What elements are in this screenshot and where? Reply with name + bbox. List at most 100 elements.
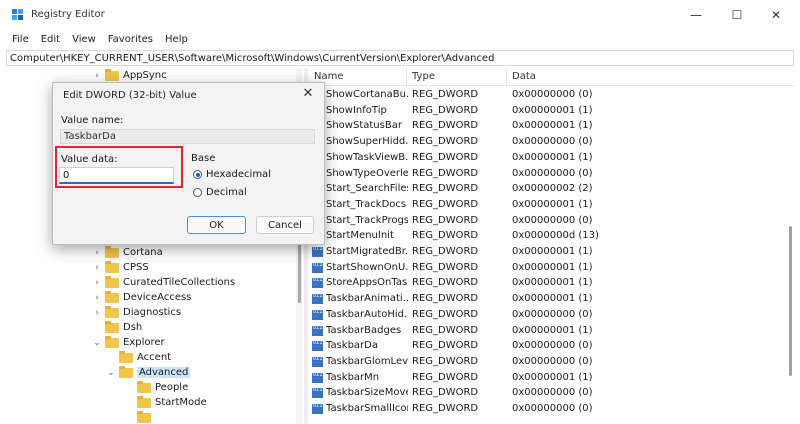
chevron-down-icon[interactable]: ⌄: [92, 338, 102, 348]
values-scrollbar[interactable]: [786, 86, 794, 424]
address-bar[interactable]: Computer\HKEY_CURRENT_USER\Software\Micr…: [6, 50, 794, 66]
tree-item-curatedtilecollections[interactable]: › CuratedTileCollections: [92, 275, 235, 290]
value-data: 0x00000001 (1): [512, 293, 593, 305]
chevron-right-icon[interactable]: ›: [92, 248, 102, 258]
value-data: 0x00000000 (0): [512, 214, 593, 226]
value-row[interactable]: 011 110ShowSuperHidd...REG_DWORD0x000000…: [308, 134, 778, 150]
tree-item-label: Dsh: [123, 322, 143, 333]
value-name: ShowCortanaBu...: [326, 89, 408, 100]
value-row[interactable]: 011 110TaskbarMn REG_DWORD 0x00000001 (1): [308, 370, 778, 386]
tree-item-explorer[interactable]: ⌄ Explorer: [92, 335, 165, 350]
menu-edit[interactable]: Edit: [35, 34, 66, 45]
tree-item-label: Advanced: [137, 367, 191, 378]
folder-icon: [105, 290, 119, 303]
tree-item-label: Diagnostics: [123, 307, 182, 318]
value-name: StartMigratedBr...: [326, 246, 408, 257]
maximize-button[interactable]: ☐: [717, 4, 757, 26]
value-type: REG_DWORD: [412, 230, 479, 242]
tree-item-startmode[interactable]: StartMode: [124, 395, 207, 410]
tree-item-label: StartMode: [155, 397, 207, 408]
value-name: TaskbarMn: [326, 371, 380, 383]
tree-item-partial[interactable]: [124, 410, 155, 424]
dialog-close-button[interactable]: ✕: [298, 85, 318, 103]
value-row[interactable]: 011 110ShowCortanaBu...REG_DWORD0x000000…: [308, 87, 778, 103]
folder-icon: [105, 68, 119, 81]
edit-dword-dialog: Edit DWORD (32-bit) Value ✕ Value name: …: [52, 82, 325, 245]
chevron-down-icon[interactable]: ⌄: [106, 368, 116, 378]
radio-hexadecimal[interactable]: Hexadecimal: [193, 169, 271, 180]
value-row[interactable]: 011 110StartMenuInitREG_DWORD0x0000000d …: [308, 228, 778, 244]
value-name: StartShownOnU...: [326, 261, 408, 273]
value-type: REG_DWORD: [412, 308, 479, 320]
value-row[interactable]: 011 110TaskbarSmallIcons REG_DWORD 0x00000…: [308, 401, 778, 417]
value-row[interactable]: 011 110ShowStatusBarREG_DWORD0x00000001 …: [308, 118, 778, 134]
ok-button[interactable]: OK: [187, 216, 246, 234]
menu-favorites[interactable]: Favorites: [102, 34, 159, 45]
folder-icon: [105, 320, 119, 333]
value-row[interactable]: 011 110TaskbarAutoHid... REG_DWORD 0x00000…: [308, 307, 778, 323]
tree-item-appsync[interactable]: › AppSync: [92, 68, 167, 83]
tree-item-diagnostics[interactable]: › Diagnostics: [92, 305, 181, 320]
cancel-button[interactable]: Cancel: [256, 216, 314, 234]
value-row[interactable]: 011 110ShowInfoTipREG_DWORD0x00000001 (1…: [308, 103, 778, 119]
value-row[interactable]: 011 110StoreAppsOnTas... REG_DWORD 0x00000…: [308, 275, 778, 291]
value-row[interactable]: 011 110Start_TrackDocsREG_DWORD0x0000000…: [308, 197, 778, 213]
tree-item-label: Explorer: [123, 337, 165, 348]
value-row[interactable]: 011 110TaskbarDa REG_DWORD 0x00000000 (0): [308, 338, 778, 354]
chevron-right-icon[interactable]: ›: [92, 278, 102, 288]
value-data: 0x00000000 (0): [512, 387, 593, 399]
tree-item-dsh[interactable]: Dsh: [92, 320, 142, 335]
value-row[interactable]: 011 110TaskbarGlomLevel REG_DWORD 0x000000…: [308, 354, 778, 370]
chevron-right-icon[interactable]: ›: [92, 71, 102, 81]
folder-icon: [119, 350, 133, 363]
value-row[interactable]: 011 110Start_SearchFilesREG_DWORD0x00000…: [308, 181, 778, 197]
values-scrollbar-thumb[interactable]: [789, 226, 792, 376]
tree-item-cpss[interactable]: › CPSS: [92, 260, 149, 275]
column-header-data[interactable]: Data: [512, 71, 536, 82]
value-data-field[interactable]: [59, 167, 174, 184]
value-row[interactable]: 011 110StartShownOnU... REG_DWORD 0x000000…: [308, 260, 778, 276]
menu-help[interactable]: Help: [159, 34, 194, 45]
value-name: ShowStatusBar: [326, 120, 402, 132]
reg-dword-icon: 011 110: [312, 388, 323, 399]
tree-item-cortana[interactable]: › Cortana: [92, 245, 163, 260]
radio-hexadecimal-label: Hexadecimal: [206, 169, 271, 180]
value-row[interactable]: 011 110TaskbarBadges REG_DWORD 0x00000001 …: [308, 323, 778, 339]
value-row[interactable]: 011 110ShowTaskViewB...REG_DWORD0x000000…: [308, 150, 778, 166]
tree-item-people[interactable]: People: [124, 380, 188, 395]
menu-view[interactable]: View: [66, 34, 102, 45]
value-name: ShowTaskViewB...: [326, 151, 408, 163]
minimize-button[interactable]: —: [676, 4, 716, 26]
menu-file[interactable]: File: [6, 34, 35, 45]
chevron-right-icon[interactable]: ›: [92, 293, 102, 303]
value-row[interactable]: 011 110TaskbarSizeMove REG_DWORD 0x0000000…: [308, 385, 778, 401]
value-name: Start_TrackProgs: [326, 214, 408, 226]
value-data: 0x0000000d (13): [512, 230, 599, 242]
tree-item-label: AppSync: [123, 70, 167, 81]
value-row[interactable]: 011 110TaskbarAnimati... REG_DWORD 0x00000…: [308, 291, 778, 307]
folder-open-icon: [119, 365, 133, 378]
tree-scrollbar-thumb[interactable]: [298, 243, 301, 303]
radio-selected-icon[interactable]: [193, 170, 202, 179]
value-row[interactable]: 011 110StartMigratedBr... REG_DWORD 0x0000…: [308, 244, 778, 260]
value-type: REG_DWORD: [412, 355, 479, 367]
value-row[interactable]: 011 110Start_TrackProgsREG_DWORD0x000000…: [308, 213, 778, 229]
tree-item-deviceaccess[interactable]: › DeviceAccess: [92, 290, 191, 305]
chevron-right-icon[interactable]: ›: [92, 263, 102, 273]
column-header-name[interactable]: Name: [314, 71, 344, 82]
folder-icon: [105, 260, 119, 273]
close-button[interactable]: ✕: [756, 4, 796, 26]
value-name-field[interactable]: [60, 129, 315, 144]
column-header-type[interactable]: Type: [412, 71, 435, 82]
value-row[interactable]: 011 110ShowTypeOverleyREG_DWORD0x0000000…: [308, 166, 778, 182]
value-type: REG_DWORD: [412, 89, 479, 100]
radio-decimal[interactable]: Decimal: [193, 187, 247, 198]
value-name: StoreAppsOnTas...: [326, 277, 408, 289]
tree-item-advanced[interactable]: ⌄ Advanced: [106, 365, 191, 380]
chevron-right-icon[interactable]: ›: [92, 308, 102, 318]
value-data: 0x00000001 (1): [512, 246, 593, 257]
radio-unselected-icon[interactable]: [193, 188, 202, 197]
values-pane[interactable]: Name Type Data 011 110 ShowCortanaBu... RE…: [308, 68, 794, 424]
tree-item-accent[interactable]: Accent: [106, 350, 171, 365]
reg-dword-icon: 011 110: [312, 325, 323, 336]
